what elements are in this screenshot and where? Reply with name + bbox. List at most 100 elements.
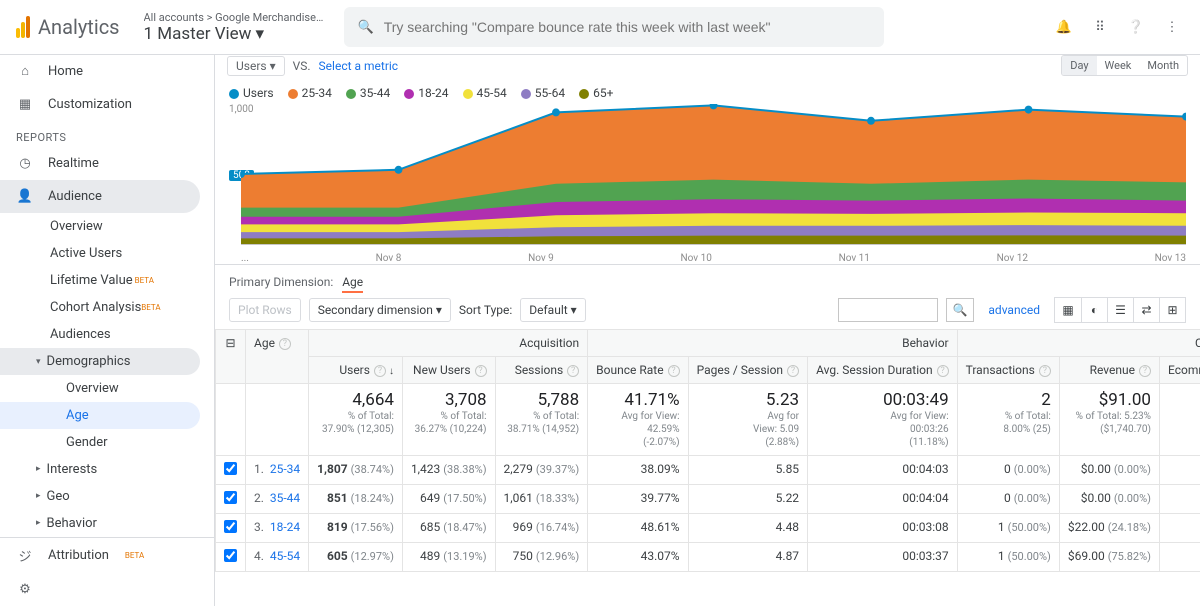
sidebar-item-active-users[interactable]: Active Users [0,240,214,267]
notifications-icon[interactable]: 🔔 [1052,15,1076,39]
age-link[interactable]: 45-54 [270,549,300,563]
col-transactions[interactable]: Transactions? [957,357,1059,384]
sidebar-item-interests[interactable]: ▸Interests [0,456,214,483]
legend-label: 18-24 [418,86,448,100]
legend-label: 65+ [593,86,613,100]
select-metric-link[interactable]: Select a metric [319,59,399,73]
help-icon[interactable]: ? [279,338,291,350]
sidebar-item-age[interactable]: Age [0,402,200,429]
row-checkbox[interactable] [224,491,237,504]
product-logo[interactable]: Analytics [16,15,120,39]
tab-week[interactable]: Week [1097,56,1140,75]
col-avg-duration[interactable]: Avg. Session Duration? [808,357,958,384]
help-icon[interactable]: ? [1139,365,1151,377]
row-checkbox[interactable] [224,549,237,562]
view-name: 1 Master View [144,24,252,44]
help-icon[interactable]: ? [787,365,799,377]
col-label: Transactions [966,363,1035,377]
primary-dim-value[interactable]: Age [342,275,363,293]
sidebar-item-realtime[interactable]: ◷Realtime [0,148,214,181]
pivot-view-icon[interactable]: ⊞ [1159,298,1185,322]
col-sessions[interactable]: Sessions? [495,357,588,384]
chart-point[interactable] [867,117,875,125]
help-icon[interactable]: ? [1039,365,1051,377]
sidebar-item-demographics[interactable]: ▾Demographics [0,348,200,375]
sidebar-item-lifetime-value[interactable]: Lifetime ValueBETA [0,267,214,294]
age-link[interactable]: 25-34 [270,462,300,476]
help-icon[interactable]: ❔ [1124,15,1148,39]
chart[interactable] [241,104,1186,244]
age-link[interactable]: 35-44 [270,491,300,505]
search-input[interactable] [384,19,870,35]
sidebar-item-geo[interactable]: ▸Geo [0,483,214,510]
age-cell: 3. 18-24 [246,514,309,543]
chart-point[interactable] [552,108,560,116]
primary-dimension-row: Primary Dimension: Age [215,264,1200,297]
comparison-view-icon[interactable]: ⇄ [1133,298,1159,322]
table-row: 2. 35-44851 (18.24%)649 (17.50%)1,061 (1… [216,485,1200,514]
col-pages-session[interactable]: Pages / Session? [688,357,808,384]
age-link[interactable]: 18-24 [270,520,300,534]
tab-day[interactable]: Day [1062,56,1096,75]
age-cell: 2. 35-44 [246,485,309,514]
sidebar-item-audience[interactable]: 👤Audience [0,180,200,213]
col-revenue[interactable]: Revenue? [1059,357,1159,384]
col-label: Revenue [1090,363,1135,377]
sidebar-item-label: Cohort Analysis [50,300,141,315]
x-axis: ...Nov 8Nov 9Nov 10Nov 11Nov 12Nov 13 [241,253,1186,264]
summary-row: 4,664% of Total:37.90% (12,305)3,708% of… [216,384,1200,456]
sidebar-item-demo-overview[interactable]: Overview [0,375,214,402]
row-checkbox[interactable] [224,520,237,533]
more-icon[interactable]: ⋮ [1160,15,1184,39]
sidebar-item-cohort[interactable]: Cohort AnalysisBETA [0,294,214,321]
sidebar-item-customization[interactable]: ▦Customization [0,88,214,121]
sidebar-item-admin[interactable]: ⚙ [0,572,214,606]
sidebar-item-label: Audiences [50,327,111,342]
table-row: 3. 18-24819 (17.56%)685 (18.47%)969 (16.… [216,514,1200,543]
sidebar-item-label: Customization [48,97,132,112]
plot-rows-button[interactable]: Plot Rows [229,298,301,322]
table-search-input[interactable] [838,298,938,322]
collapse-toggle[interactable]: ⊟ [216,330,246,384]
help-icon[interactable]: ? [374,365,386,377]
chart-point[interactable] [395,166,403,174]
col-label: Ecommerce Conversion Rate [1168,363,1200,377]
table-view-icon[interactable]: ▦ [1055,298,1081,322]
sidebar-item-label: Demographics [47,354,131,369]
sidebar-item-home[interactable]: ⌂Home [0,55,214,88]
help-icon[interactable]: ? [668,365,680,377]
chevron-right-icon: ▸ [36,464,41,474]
advanced-link[interactable]: advanced [988,303,1040,317]
pie-view-icon[interactable]: ◐ [1081,298,1107,322]
sidebar-item-behavior[interactable]: ▸Behavior [0,510,214,537]
chevron-right-icon: ▸ [36,491,41,501]
secondary-dimension-button[interactable]: Secondary dimension ▾ [309,298,451,322]
search-bar[interactable]: 🔍 [344,7,884,47]
tab-month[interactable]: Month [1139,56,1187,75]
sidebar-item-audiences[interactable]: Audiences [0,321,214,348]
sidebar-item-attribution[interactable]: ジAttributionBETA [0,538,214,572]
apps-icon[interactable]: ⠿ [1088,15,1112,39]
row-checkbox[interactable] [224,462,237,475]
col-label: New Users [413,363,471,377]
col-age[interactable]: Age? [246,330,309,384]
time-granularity-tabs: Day Week Month [1061,55,1188,76]
bars-view-icon[interactable]: ☰ [1107,298,1133,322]
col-label: Sessions [515,363,563,377]
primary-dim-label: Primary Dimension: [229,275,333,289]
col-ecr[interactable]: Ecommerce Conversion Rate? [1160,357,1200,384]
col-new-users[interactable]: New Users? [402,357,495,384]
help-icon[interactable]: ? [567,365,579,377]
help-icon[interactable]: ? [475,365,487,377]
table-search-button[interactable]: 🔍 [946,298,974,322]
chart-point[interactable] [1025,106,1033,114]
sidebar-item-gender[interactable]: Gender [0,429,214,456]
sort-type-label: Sort Type: [459,303,512,317]
metric-selector[interactable]: Users ▾ [227,56,285,76]
sidebar-item-overview[interactable]: Overview [0,213,214,240]
help-icon[interactable]: ? [937,365,949,377]
col-bounce-rate[interactable]: Bounce Rate? [588,357,688,384]
sort-type-selector[interactable]: Default ▾ [520,298,585,322]
col-users[interactable]: Users? ↓ [309,357,403,384]
account-selector[interactable]: All accounts > Google Merchandise St... … [144,11,324,44]
